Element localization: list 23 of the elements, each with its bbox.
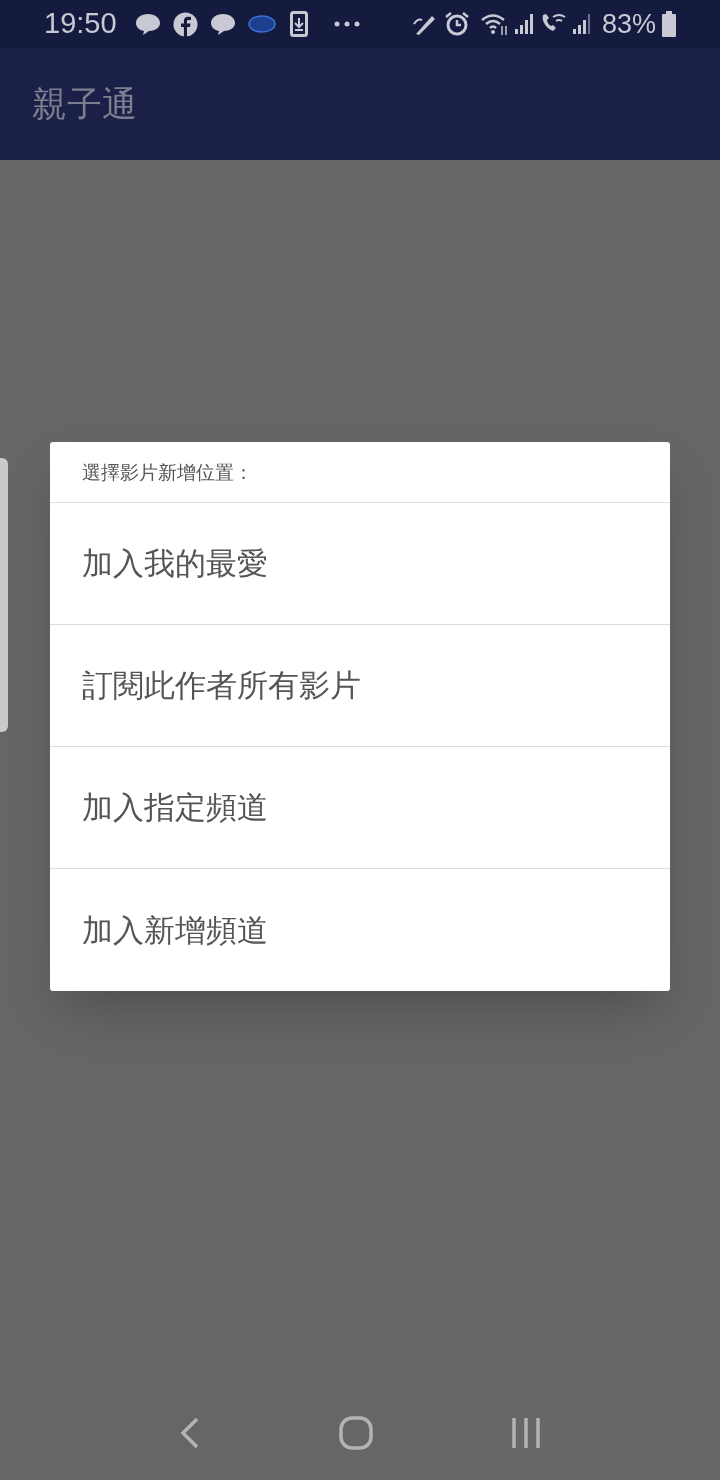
oval-logo-icon [247, 15, 276, 33]
menu-item[interactable]: 加入指定頻道 [50, 747, 670, 869]
facebook-icon [172, 11, 198, 37]
wifi-icon [479, 12, 510, 36]
alarm-icon [443, 11, 470, 37]
app-title: 親子通 [32, 82, 137, 126]
recent-apps-icon[interactable] [511, 1417, 541, 1448]
chat-bubble-icon [209, 12, 236, 36]
battery-icon [662, 11, 676, 37]
status-time: 19:50 [44, 6, 117, 42]
edge-panel-handle[interactable] [0, 458, 8, 732]
home-icon[interactable] [339, 1415, 373, 1450]
signal-icon [513, 13, 534, 35]
more-icon [333, 21, 360, 27]
chat-bubble-icon [134, 12, 161, 36]
menu-item[interactable]: 訂閱此作者所有影片 [50, 625, 670, 747]
menu-item[interactable]: 加入新增頻道 [50, 869, 670, 991]
download-icon [289, 11, 308, 37]
menu-item[interactable]: 加入我的最愛 [50, 503, 670, 625]
back-icon[interactable] [179, 1415, 201, 1450]
signal-icon [571, 13, 592, 35]
dialog-title: 選擇影片新增位置： [82, 459, 253, 485]
battery-percentage: 83% [601, 7, 656, 41]
